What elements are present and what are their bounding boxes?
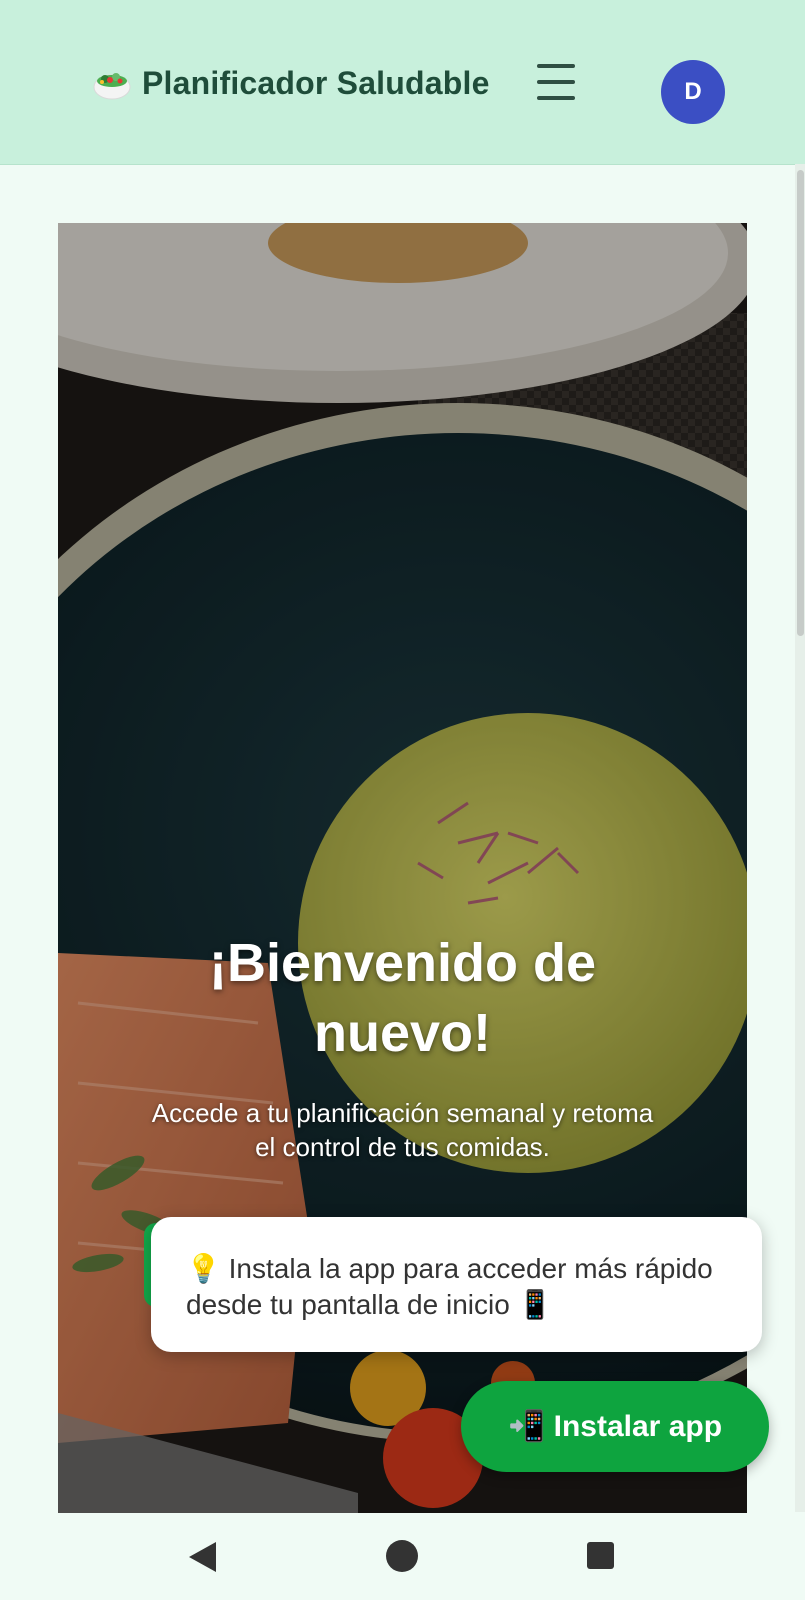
menu-line <box>537 64 575 68</box>
system-navigation-bar <box>0 1513 805 1600</box>
home-circle-icon[interactable] <box>386 1540 418 1572</box>
salad-bowl-icon <box>93 73 131 100</box>
install-toast: 💡 Instala la app para acceder más rápido… <box>151 1217 762 1352</box>
back-triangle-icon[interactable] <box>189 1542 216 1572</box>
app-screen: Planificador Saludable D ¡Bienvenido de … <box>0 0 805 1600</box>
scrollbar-thumb[interactable] <box>797 170 804 636</box>
app-title: Planificador Saludable <box>142 64 490 101</box>
menu-line <box>537 80 575 84</box>
install-toast-text: 💡 Instala la app para acceder más rápido… <box>186 1253 713 1320</box>
recents-square-icon[interactable] <box>587 1542 614 1569</box>
app-header: Planificador Saludable D <box>0 0 805 165</box>
install-app-button[interactable]: 📲 Instalar app <box>461 1381 769 1472</box>
user-avatar[interactable]: D <box>661 60 725 124</box>
hero-subtitle: Accede a tu planificación semanal y reto… <box>151 1098 654 1162</box>
brand[interactable]: Planificador Saludable <box>92 58 490 108</box>
hero-title: ¡Bienvenido de nuevo! <box>208 933 597 1063</box>
menu-line <box>537 96 575 100</box>
hamburger-menu-icon[interactable] <box>534 60 578 104</box>
